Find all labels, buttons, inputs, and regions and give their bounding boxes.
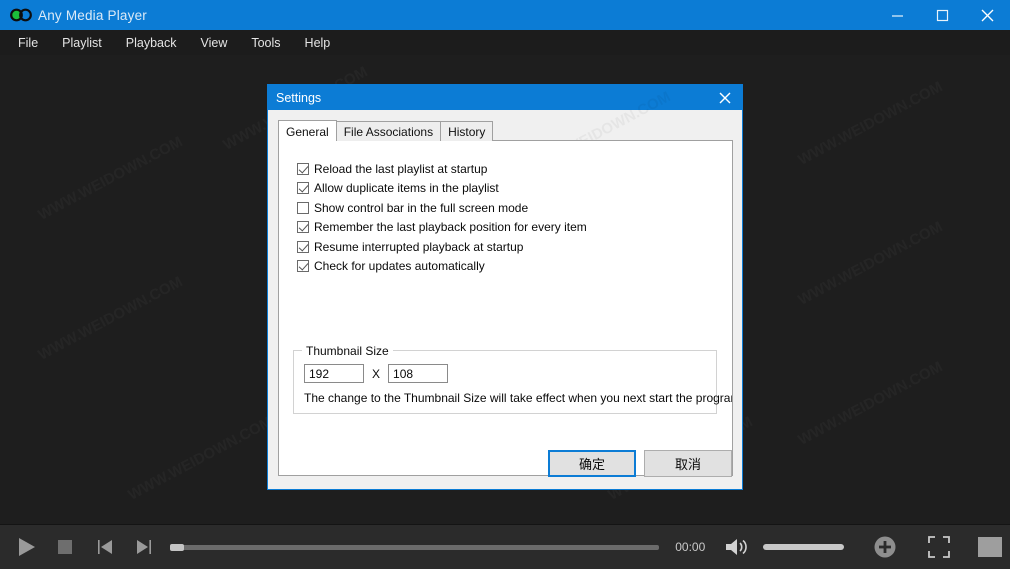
watermark: WWW.WEIDOWN.COM <box>795 218 945 308</box>
checkbox-row-check-updates[interactable]: Check for updates automatically <box>297 257 587 277</box>
thumbnail-size-legend: Thumbnail Size <box>302 344 393 358</box>
stop-icon[interactable] <box>45 525 84 569</box>
player-control-bar: 00:00 <box>0 524 1010 569</box>
watermark: WWW.WEIDOWN.COM <box>795 358 945 448</box>
close-icon[interactable] <box>965 0 1010 30</box>
play-icon[interactable] <box>6 525 45 569</box>
cancel-button[interactable]: 取消 <box>644 450 732 477</box>
minimize-icon[interactable] <box>875 0 920 30</box>
checkbox-row-resume-playback[interactable]: Resume interrupted playback at startup <box>297 237 587 257</box>
checkbox-row-show-control-bar[interactable]: Show control bar in the full screen mode <box>297 198 587 218</box>
watermark: WWW.WEIDOWN.COM <box>35 273 185 363</box>
checkbox-label: Show control bar in the full screen mode <box>314 200 529 215</box>
seek-slider[interactable] <box>169 543 660 551</box>
thumbnail-size-note: The change to the Thumbnail Size will ta… <box>304 391 733 405</box>
thumbnail-size-separator: X <box>372 366 381 381</box>
thumbnail-width-input[interactable] <box>304 364 364 383</box>
checkbox-row-remember-position[interactable]: Remember the last playback position for … <box>297 218 587 238</box>
application-window: Any Media Player File Playlist Playback … <box>0 0 1010 569</box>
dialog-title: Settings <box>276 90 322 105</box>
checkbox-show-control-bar[interactable] <box>297 201 309 214</box>
plus-circle-icon[interactable] <box>866 525 905 569</box>
checkbox-label: Check for updates automatically <box>314 259 485 274</box>
tab-strip: General File Associations History <box>278 120 494 141</box>
thumbnail-height-input[interactable] <box>388 364 449 383</box>
thumbnail-size-inputs: X <box>304 364 449 383</box>
menu-item-tools[interactable]: Tools <box>239 33 292 53</box>
previous-track-icon[interactable] <box>85 525 124 569</box>
checkbox-label: Reload the last playlist at startup <box>314 161 488 176</box>
next-track-icon[interactable] <box>124 525 163 569</box>
app-title: Any Media Player <box>38 7 147 23</box>
close-icon[interactable] <box>708 85 742 110</box>
watermark: WWW.WEIDOWN.COM <box>35 133 185 223</box>
dialog-title-bar: Settings <box>268 85 742 110</box>
infinity-icon <box>6 0 36 30</box>
snapshot-icon[interactable] <box>971 525 1010 569</box>
watermark: WWW.WEIDOWN.COM <box>795 78 945 168</box>
menu-item-playlist[interactable]: Playlist <box>50 33 114 53</box>
volume-high-icon[interactable] <box>717 525 756 569</box>
time-display: 00:00 <box>675 540 706 554</box>
volume-slider[interactable] <box>762 544 844 550</box>
checkbox-remember-position[interactable] <box>297 221 309 234</box>
checkbox-row-allow-duplicates[interactable]: Allow duplicate items in the playlist <box>297 179 587 199</box>
checkbox-check-updates[interactable] <box>297 260 309 273</box>
thumbnail-size-group: Thumbnail Size X The change to the Thumb… <box>293 344 732 414</box>
watermark: WWW.WEIDOWN.COM <box>125 413 275 503</box>
tab-history[interactable]: History <box>440 121 494 141</box>
settings-dialog: Settings WWW.WEIDOWN.COM WWW.WEIDOWN.COM… <box>267 84 743 490</box>
menu-item-help[interactable]: Help <box>293 33 343 53</box>
checkbox-label: Allow duplicate items in the playlist <box>314 181 499 196</box>
dialog-button-bar: 确定 取消 <box>548 450 732 477</box>
menu-item-file[interactable]: File <box>6 33 50 53</box>
checkbox-allow-duplicates[interactable] <box>297 182 309 195</box>
checkbox-label: Remember the last playback position for … <box>314 220 587 235</box>
menu-item-playback[interactable]: Playback <box>114 33 189 53</box>
menu-bar: File Playlist Playback View Tools Help <box>0 30 1010 55</box>
ok-button[interactable]: 确定 <box>548 450 636 477</box>
tab-file-associations[interactable]: File Associations <box>335 121 442 141</box>
checkbox-row-reload-playlist[interactable]: Reload the last playlist at startup <box>297 159 587 179</box>
title-bar: Any Media Player <box>0 0 1010 30</box>
tab-panel-general: Reload the last playlist at startup Allo… <box>278 140 733 476</box>
menu-item-view[interactable]: View <box>188 33 239 53</box>
seek-knob[interactable] <box>169 543 184 551</box>
checkbox-reload-playlist[interactable] <box>297 162 309 175</box>
maximize-icon[interactable] <box>920 0 965 30</box>
checkbox-resume-playback[interactable] <box>297 240 309 253</box>
fullscreen-icon[interactable] <box>919 525 958 569</box>
settings-checkbox-list: Reload the last playlist at startup Allo… <box>297 159 587 276</box>
window-controls <box>875 0 1010 30</box>
tab-general[interactable]: General <box>278 120 337 141</box>
checkbox-label: Resume interrupted playback at startup <box>314 239 524 254</box>
